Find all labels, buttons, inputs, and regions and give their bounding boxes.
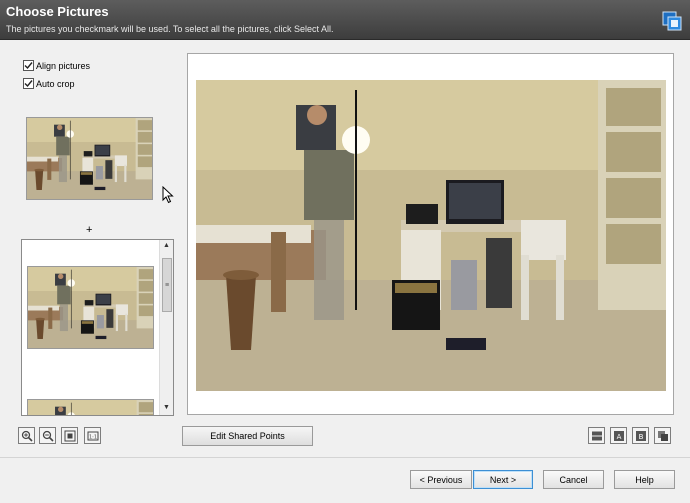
overlay-view-icon <box>657 430 668 441</box>
picture-thumbnail-list[interactable]: ▲ ≡ ▼ <box>21 239 174 416</box>
view-b-icon: B <box>635 430 646 441</box>
align-pictures-checkbox[interactable]: Align pictures <box>23 60 90 71</box>
app-logo-icon <box>662 11 682 31</box>
auto-crop-checkbox[interactable]: Auto crop <box>23 78 75 89</box>
zoom-out-icon <box>42 430 54 442</box>
plus-sign: + <box>86 224 93 236</box>
list-item-thumbnail[interactable] <box>27 266 154 349</box>
scrollbar-thumb[interactable]: ≡ <box>162 258 172 312</box>
base-picture-thumbnail[interactable] <box>26 117 153 200</box>
next-button[interactable]: Next > <box>473 470 533 489</box>
fit-to-window-button[interactable] <box>61 427 78 444</box>
view-a-icon: A <box>613 430 624 441</box>
list-scrollbar[interactable]: ▲ ≡ ▼ <box>159 240 173 415</box>
checkbox-check-icon[interactable] <box>23 60 34 71</box>
cancel-button[interactable]: Cancel <box>543 470 604 489</box>
previous-button[interactable]: < Previous <box>410 470 472 489</box>
align-pictures-label: Align pictures <box>36 60 91 71</box>
split-view-button[interactable] <box>588 427 605 444</box>
dialog-subtitle: The pictures you checkmark will be used.… <box>6 24 334 34</box>
list-item-thumbnail[interactable] <box>27 399 154 415</box>
preview-photo <box>196 80 666 391</box>
help-button[interactable]: Help <box>614 470 675 489</box>
zoom-in-icon <box>21 430 33 442</box>
split-view-icon <box>591 431 602 440</box>
edit-shared-points-button[interactable]: Edit Shared Points <box>182 426 313 446</box>
svg-text:B: B <box>638 433 643 441</box>
actual-size-button[interactable]: 1:1 <box>84 427 101 444</box>
dialog-header: Choose Pictures The pictures you checkma… <box>0 0 690 40</box>
scroll-down-arrow-icon[interactable]: ▼ <box>163 404 170 411</box>
actual-size-icon: 1:1 <box>87 431 98 440</box>
svg-text:1:1: 1:1 <box>88 434 96 440</box>
footer-divider <box>0 457 690 458</box>
view-b-button[interactable]: B <box>632 427 649 444</box>
auto-crop-label: Auto crop <box>36 78 75 89</box>
picture-preview-pane <box>187 53 674 415</box>
view-a-button[interactable]: A <box>610 427 627 444</box>
zoom-out-button[interactable] <box>39 427 56 444</box>
fit-to-window-icon <box>64 430 75 441</box>
svg-text:A: A <box>616 433 621 441</box>
dialog-title: Choose Pictures <box>6 4 109 19</box>
zoom-in-button[interactable] <box>18 427 35 444</box>
checkbox-check-icon[interactable] <box>23 78 34 89</box>
mouse-cursor-icon <box>162 186 174 204</box>
overlay-view-button[interactable] <box>654 427 671 444</box>
scroll-up-arrow-icon[interactable]: ▲ <box>163 242 170 249</box>
